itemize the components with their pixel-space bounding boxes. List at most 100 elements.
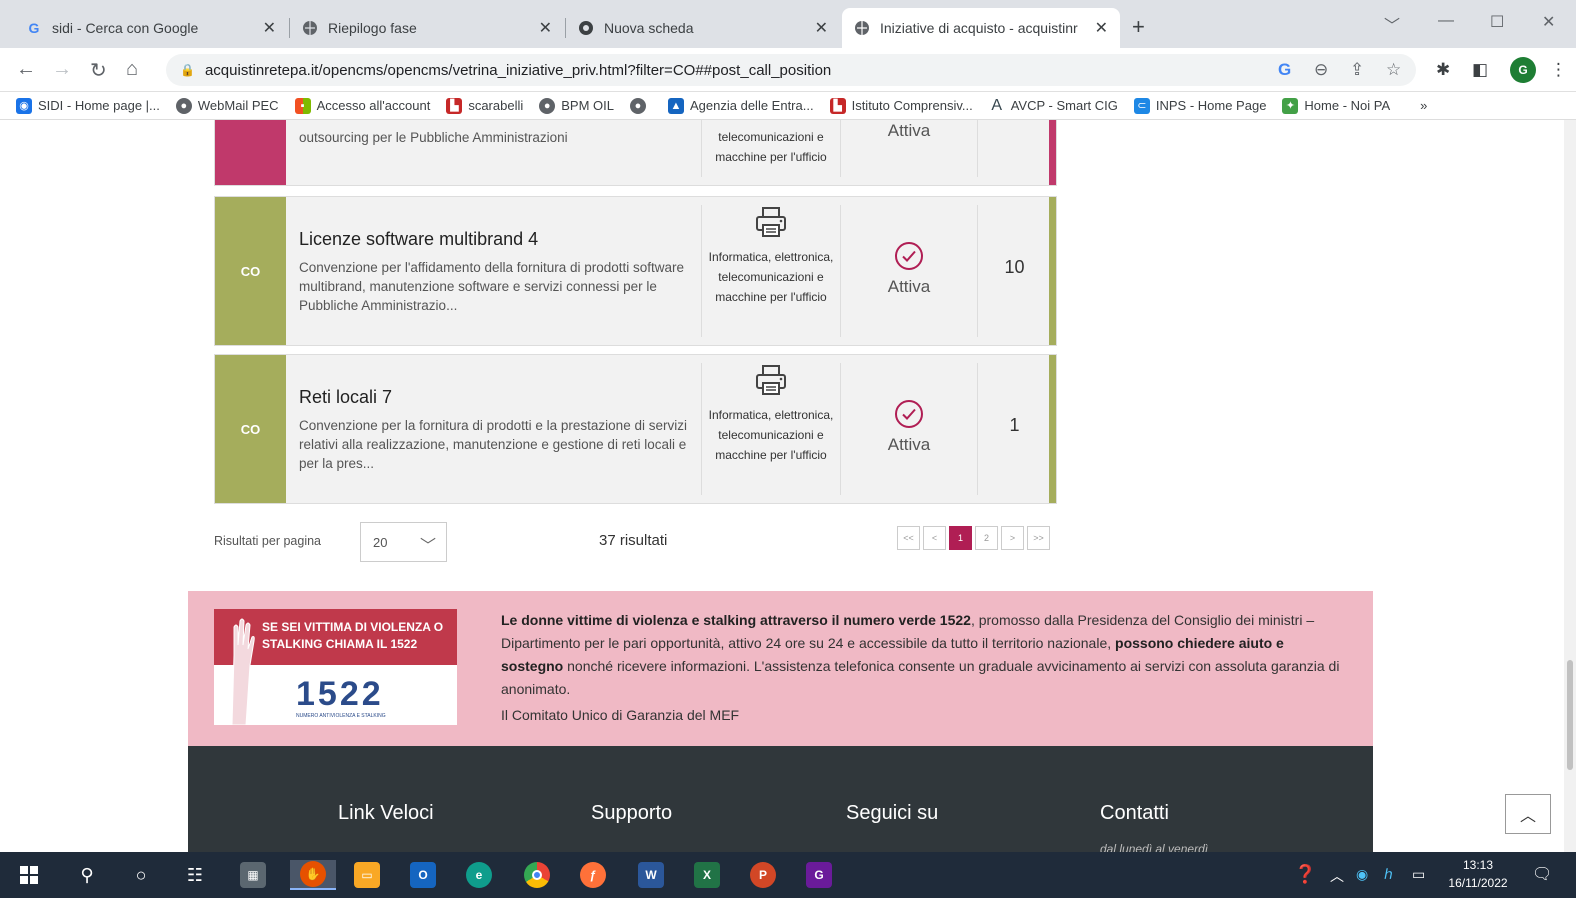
footer-contatti-hours: dal lunedì al venerdì bbox=[1100, 842, 1209, 852]
search-icon[interactable]: ⚲ bbox=[72, 860, 102, 890]
close-tab-icon[interactable]: ✕ bbox=[539, 18, 552, 38]
new-tab-button[interactable]: + bbox=[1132, 14, 1145, 40]
printer-icon bbox=[756, 365, 786, 395]
tray-app-icon[interactable]: ◉ bbox=[1356, 866, 1368, 883]
previous-page-button[interactable]: < bbox=[923, 526, 946, 550]
noi-pa-icon: ✦ bbox=[1282, 97, 1299, 114]
1522-image[interactable]: SE SEI VITTIMA DI VIOLENZA O STALKING CH… bbox=[214, 609, 457, 725]
extensions-icon[interactable]: ✱ bbox=[1436, 60, 1450, 80]
outlook-icon[interactable]: O bbox=[408, 860, 438, 890]
initiative-title[interactable]: Reti locali 7 bbox=[299, 387, 689, 408]
first-page-button[interactable]: << bbox=[897, 526, 920, 550]
bookmark-noi-pa[interactable]: ✦ Home - Noi PA bbox=[1282, 97, 1390, 114]
tab-search-icon[interactable]: ﹀ bbox=[1384, 12, 1400, 36]
tab-google-search[interactable]: G sidi - Cerca con Google ✕ bbox=[14, 8, 288, 48]
bookmark-unnamed[interactable]: ● bbox=[630, 97, 652, 114]
inps-icon: ⊂ bbox=[1133, 97, 1150, 114]
tab-nuova-scheda[interactable]: Nuova scheda ✕ bbox=[566, 8, 840, 48]
initiative-category: telecomunicazioni e macchine per l'uffic… bbox=[701, 120, 841, 177]
windows-icon bbox=[20, 866, 38, 884]
bookmark-scarabelli[interactable]: ▙ scarabelli bbox=[446, 97, 523, 114]
cortana-icon[interactable]: ○ bbox=[126, 860, 156, 890]
page-scrollbar[interactable] bbox=[1564, 120, 1576, 852]
initiative-count: 10 bbox=[977, 205, 1051, 337]
powerpoint-icon[interactable]: P bbox=[748, 860, 778, 890]
home-icon[interactable]: ⌂ bbox=[126, 58, 138, 81]
globe-icon: ● bbox=[630, 97, 646, 114]
tab-riepilogo-fase[interactable]: Riepilogo fase ✕ bbox=[290, 8, 564, 48]
close-window-button[interactable]: ✕ bbox=[1542, 12, 1555, 32]
initiative-status: Attiva bbox=[887, 121, 931, 140]
taskbar-app-active-icon[interactable]: ✋ bbox=[290, 860, 336, 890]
page-2-button[interactable]: 2 bbox=[975, 526, 998, 550]
forward-icon[interactable]: → bbox=[52, 58, 72, 81]
calculator-icon[interactable]: ▦ bbox=[238, 860, 268, 890]
1522-caption: NUMERO ANTIVIOLENZA E STALKING bbox=[296, 713, 386, 719]
url-field[interactable]: 🔒 acquistinretepa.it/opencms/opencms/vet… bbox=[166, 54, 1416, 86]
bookmark-istituto-comprensivo[interactable]: ▙ Istituto Comprensiv... bbox=[829, 97, 973, 114]
initiative-title[interactable]: Licenze software multibrand 4 bbox=[299, 229, 689, 250]
bookmark-sidi[interactable]: ◉ SIDI - Home page |... bbox=[16, 97, 160, 114]
close-tab-icon[interactable]: ✕ bbox=[815, 18, 828, 38]
tab-iniziative-acquisto[interactable]: Iniziative di acquisto - acquistinr ✕ bbox=[842, 8, 1120, 48]
reload-icon[interactable]: ↻ bbox=[90, 58, 107, 83]
google-icon: G bbox=[28, 20, 40, 36]
profile-avatar[interactable]: G bbox=[1510, 57, 1536, 83]
tab-title: Iniziative di acquisto - acquistinr bbox=[880, 20, 1078, 36]
close-tab-icon[interactable]: ✕ bbox=[263, 18, 276, 38]
back-to-top-button[interactable]: ︿ bbox=[1505, 794, 1551, 834]
word-icon[interactable]: W bbox=[636, 860, 666, 890]
hp-icon[interactable]: ℎ bbox=[1384, 866, 1393, 883]
network-icon[interactable]: ▭ bbox=[1412, 866, 1425, 883]
bookmark-star-icon[interactable]: ☆ bbox=[1386, 60, 1401, 80]
edge-icon[interactable]: e bbox=[464, 860, 494, 890]
initiative-row[interactable]: CO Licenze software multibrand 4 Convenz… bbox=[214, 196, 1057, 346]
back-icon[interactable]: ← bbox=[16, 58, 36, 81]
tab-title: Nuova scheda bbox=[604, 20, 694, 36]
system-clock[interactable]: 13:13 16/11/2022 bbox=[1442, 856, 1514, 892]
help-icon[interactable]: ❓ bbox=[1294, 864, 1316, 885]
bookmark-webmail-pec[interactable]: ● WebMail PEC bbox=[175, 97, 279, 114]
results-per-page-select[interactable]: 20 ﹀ bbox=[360, 522, 447, 562]
results-count: 37 risultati bbox=[599, 532, 668, 549]
firefox-icon[interactable]: ƒ bbox=[578, 860, 608, 890]
side-panel-icon[interactable]: ◧ bbox=[1472, 60, 1488, 80]
excel-icon[interactable]: X bbox=[692, 860, 722, 890]
initiative-row[interactable]: outsourcing per le Pubbliche Amministraz… bbox=[214, 120, 1057, 186]
share-icon[interactable]: ⇪ bbox=[1350, 60, 1364, 80]
scrollbar-thumb[interactable] bbox=[1567, 660, 1573, 770]
file-explorer-icon[interactable]: ▭ bbox=[352, 860, 382, 890]
bookmark-bpm-oil[interactable]: ● BPM OIL bbox=[539, 97, 614, 114]
g-app-icon[interactable]: G bbox=[804, 860, 834, 890]
page-1-button[interactable]: 1 bbox=[949, 526, 972, 550]
menu-icon[interactable]: ⋮ bbox=[1550, 60, 1567, 80]
initiative-description-block: outsourcing per le Pubbliche Amministraz… bbox=[299, 128, 689, 147]
bookmark-accesso-account[interactable]: ▪ Accesso all'account bbox=[294, 97, 430, 114]
bookmark-agenzia-entrate[interactable]: ▲ Agenzia delle Entra... bbox=[668, 97, 814, 114]
footer-heading-supporto: Supporto bbox=[591, 802, 673, 824]
close-tab-icon[interactable]: ✕ bbox=[1095, 18, 1108, 38]
task-view-icon[interactable]: ☷ bbox=[180, 860, 210, 890]
maximize-button[interactable]: ☐ bbox=[1490, 12, 1504, 32]
minimize-button[interactable]: — bbox=[1438, 12, 1454, 30]
google-lens-icon[interactable]: G bbox=[1278, 60, 1291, 80]
initiative-row[interactable]: CO Reti locali 7 Convenzione per la forn… bbox=[214, 354, 1057, 504]
next-page-button[interactable]: > bbox=[1001, 526, 1024, 550]
start-button[interactable] bbox=[14, 860, 44, 890]
notifications-icon[interactable]: 🗨 bbox=[1532, 864, 1552, 884]
lock-icon: 🔒 bbox=[180, 63, 195, 77]
initiative-type-badge: CO bbox=[215, 355, 286, 503]
zoom-icon[interactable]: ⊖ bbox=[1314, 60, 1328, 80]
bookmark-avcp[interactable]: A AVCP - Smart CIG bbox=[989, 97, 1118, 114]
bookmark-inps[interactable]: ⊂ INPS - Home Page bbox=[1133, 97, 1266, 114]
bookmarks-bar: ◉ SIDI - Home page |... ● WebMail PEC ▪ Acc… bbox=[0, 92, 1576, 120]
chrome-icon[interactable] bbox=[522, 860, 552, 890]
initiative-description-block: Licenze software multibrand 4 Convenzion… bbox=[299, 229, 689, 315]
last-page-button[interactable]: >> bbox=[1027, 526, 1050, 550]
violence-awareness-banner: SE SEI VITTIMA DI VIOLENZA O STALKING CH… bbox=[188, 591, 1373, 746]
chrome-icon bbox=[578, 20, 594, 36]
initiative-category: Informatica, elettronica, telecomunicazi… bbox=[701, 205, 841, 337]
bookmarks-more-button[interactable]: » bbox=[1420, 98, 1427, 113]
tray-expand-icon[interactable]: ︿ bbox=[1330, 866, 1344, 886]
globe-icon bbox=[302, 20, 318, 36]
